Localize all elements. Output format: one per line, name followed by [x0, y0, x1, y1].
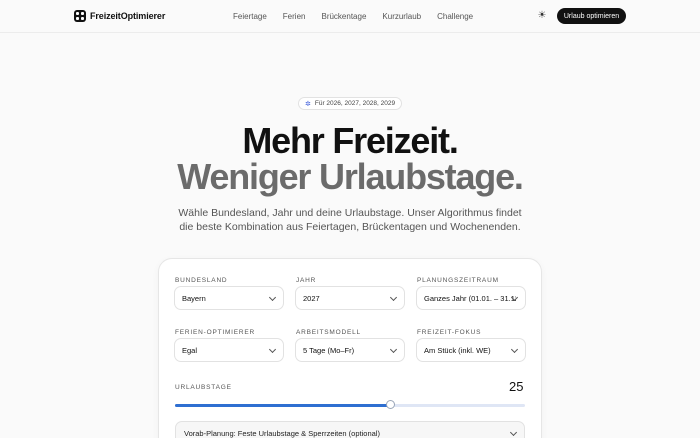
- urlaubstage-slider-fill: [175, 404, 391, 407]
- nav-link-challenge[interactable]: Challenge: [437, 12, 473, 21]
- nav-link-feiertage[interactable]: Feiertage: [233, 12, 267, 21]
- modell-label: ARBEITSMODELL: [296, 329, 361, 336]
- jahr-select[interactable]: 2027: [295, 286, 405, 310]
- urlaubstage-value: 25: [509, 379, 524, 394]
- bundesland-value: Bayern: [182, 293, 206, 303]
- urlaubstage-label: URLAUBSTAGE: [175, 384, 232, 391]
- brand-name: FreizeitOptimierer: [90, 11, 166, 21]
- fokus-value: Am Stück (inkl. WE): [424, 345, 491, 355]
- zeitraum-select[interactable]: Ganzes Jahr (01.01. – 31.12.): [416, 286, 526, 310]
- optimierer-select[interactable]: Egal: [174, 338, 284, 362]
- sparkle-icon: ✲: [305, 100, 311, 108]
- chevron-down-icon: [389, 293, 398, 302]
- optimierer-label: FERIEN-OPTIMIERER: [175, 329, 256, 336]
- chevron-down-icon: [509, 428, 518, 437]
- jahr-value: 2027: [303, 293, 320, 303]
- logo-icon: [74, 10, 86, 22]
- nav-link-ferien[interactable]: Ferien: [283, 12, 306, 21]
- modell-select[interactable]: 5 Tage (Mo–Fr): [295, 338, 405, 362]
- brand-logo[interactable]: FreizeitOptimierer: [74, 10, 165, 22]
- years-badge-text: Für 2026, 2027, 2028, 2029: [314, 100, 396, 107]
- bundesland-label: BUNDESLAND: [175, 277, 228, 284]
- vorab-planung-label: Vorab-Planung: Feste Urlaubstage & Sperr…: [184, 428, 380, 438]
- optimierer-value: Egal: [182, 345, 198, 355]
- jahr-label: JAHR: [296, 277, 317, 284]
- modell-value: 5 Tage (Mo–Fr): [303, 345, 355, 355]
- urlaubstage-slider-thumb[interactable]: [385, 400, 395, 409]
- hero-subtitle: Wähle Bundesland, Jahr und deine Urlaubs…: [178, 207, 522, 233]
- years-badge: ✲ Für 2026, 2027, 2028, 2029: [298, 97, 402, 110]
- hero-title-line2: Weniger Urlaubstage.: [177, 156, 524, 197]
- fokus-select[interactable]: Am Stück (inkl. WE): [416, 338, 526, 362]
- urlaubstage-slider-track[interactable]: [175, 404, 525, 407]
- chevron-down-icon: [268, 345, 277, 354]
- fokus-label: FREIZEIT-FOKUS: [417, 329, 482, 336]
- nav-links: Feiertage Ferien Brückentage Kurzurlaub …: [233, 12, 489, 21]
- top-navbar: FreizeitOptimierer Feiertage Ferien Brüc…: [0, 0, 700, 33]
- vorab-planung-toggle[interactable]: Vorab-Planung: Feste Urlaubstage & Sperr…: [175, 421, 525, 438]
- zeitraum-value: Ganzes Jahr (01.01. – 31.12.): [424, 293, 516, 303]
- nav-link-brueckentage[interactable]: Brückentage: [321, 12, 366, 21]
- zeitraum-label: PLANUNGSZEITRAUM: [417, 277, 499, 284]
- chevron-down-icon: [268, 293, 277, 302]
- nav-link-kurzurlaub[interactable]: Kurzurlaub: [382, 12, 421, 21]
- chevron-down-icon: [510, 345, 519, 354]
- bundesland-select[interactable]: Bayern: [174, 286, 284, 310]
- sun-icon[interactable]: ☀: [537, 11, 547, 21]
- chevron-down-icon: [389, 345, 398, 354]
- optimize-vacation-button[interactable]: Urlaub optimieren: [557, 8, 626, 24]
